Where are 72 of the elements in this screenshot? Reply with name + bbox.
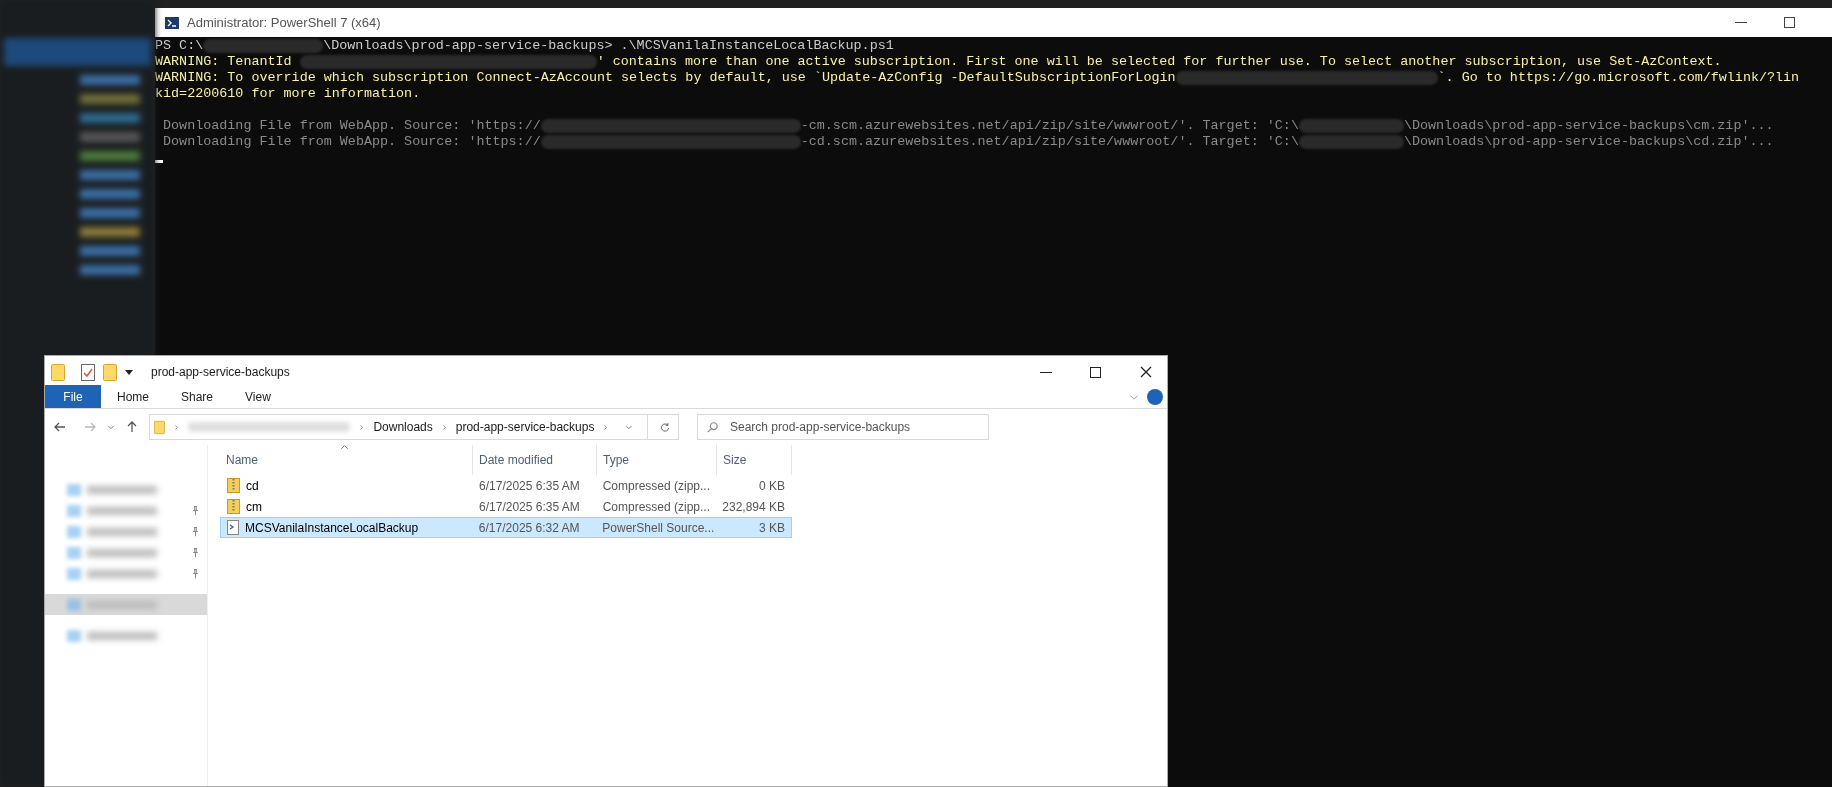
date-modified: 6/17/2025 6:35 AM — [478, 477, 581, 495]
breadcrumb-separator-icon[interactable] — [172, 422, 180, 432]
back-arrow-icon[interactable] — [53, 420, 67, 434]
properties-icon[interactable] — [81, 363, 95, 381]
file-type: Compressed (zipp... — [601, 477, 712, 495]
pin-icon[interactable] — [190, 505, 201, 516]
search-icon[interactable] — [707, 421, 719, 433]
file-row[interactable]: cd 6/17/2025 6:35 AM Compressed (zipp... 0 KB — [220, 475, 792, 496]
new-folder-icon — [103, 363, 117, 381]
terminal-text: \Downloads\prod-app-service-backups\cm.zip'... — [1403, 118, 1774, 134]
pin-icon[interactable] — [190, 547, 201, 558]
ribbon-tab[interactable]: File — [45, 385, 101, 408]
breadcrumb-separator-icon[interactable] — [358, 422, 366, 432]
breadcrumb-item[interactable]: Downloads — [373, 418, 433, 436]
address-bar[interactable]: Downloads prod-app-service-backups — [149, 414, 679, 440]
zip-folder-icon — [227, 499, 240, 514]
terminal-text: ' contains more than one active subscription. First one will be selected for further use. To select another subscription, use Set-AzContext. — [596, 54, 1722, 70]
folder-icon — [51, 363, 65, 381]
caret-icon[interactable] — [125, 369, 133, 375]
file-size: 232,894 KB — [721, 498, 786, 516]
terminal-text: PS C:\ — [155, 38, 204, 54]
maximize-icon[interactable] — [1090, 366, 1101, 378]
forward-arrow-icon[interactable] — [83, 420, 97, 434]
terminal-text: WARNING: TenantId — [155, 54, 293, 70]
maximize-icon[interactable] — [1784, 17, 1795, 28]
window-title: Administrator: PowerShell 7 (x64) — [187, 13, 381, 32]
column-header[interactable]: Name — [220, 445, 473, 475]
file-name: cm — [246, 498, 262, 516]
terminal-text: Downloading File from WebApp. Source: 'https:// — [162, 134, 541, 150]
terminal-text: \Downloads\prod-app-service-backups> .\MCSVanilaInstanceLocalBackup.ps1 — [323, 38, 894, 54]
ribbon-tab[interactable]: Home — [101, 385, 165, 408]
file-row[interactable]: cm 6/17/2025 6:35 AM Compressed (zipp... 232,894 KB — [220, 496, 792, 517]
file-name: MCSVanilaInstanceLocalBackup — [245, 519, 419, 537]
terminal-text: WARNING: To override which subscription Connect-AzAccount selects by default, use `Update-AzConfig -DefaultSubscriptionForLogin — [155, 70, 1176, 86]
ribbon-tab[interactable]: Share — [165, 385, 230, 408]
column-header[interactable]: Type — [597, 445, 717, 475]
terminal-text: -cm.scm.azurewebsites.net/api/zip/site/wwwroot/'. Target: 'C:\ — [800, 118, 1299, 134]
powershell-icon — [165, 16, 179, 29]
search-field[interactable]: Search prod-app-service-backups — [697, 414, 989, 440]
file-type: PowerShell Source... — [601, 519, 716, 537]
terminal-text: \Downloads\prod-app-service-backups\cd.zip'... — [1403, 134, 1774, 150]
close-icon[interactable] — [1139, 365, 1153, 379]
cursor — [155, 160, 163, 163]
date-modified: 6/17/2025 6:32 AM — [477, 519, 581, 537]
column-header[interactable]: Date modified — [473, 445, 597, 475]
file-type: Compressed (zipp... — [601, 498, 712, 516]
window-title: prod-app-service-backups — [151, 364, 290, 381]
folder-icon — [154, 418, 165, 436]
help-icon[interactable] — [1147, 388, 1163, 405]
zip-folder-icon — [227, 478, 240, 493]
column-header[interactable]: Size — [717, 445, 792, 475]
file-name: cd — [246, 477, 259, 495]
file-size: 0 KB — [758, 477, 786, 495]
terminal-text: Downloading File from WebApp. Source: 'https:// — [162, 118, 541, 134]
ribbon-tab[interactable]: View — [229, 385, 287, 408]
date-modified: 6/17/2025 6:35 AM — [478, 498, 581, 516]
chevron-icon[interactable] — [625, 422, 634, 432]
breadcrumb-separator-icon[interactable] — [440, 422, 448, 432]
pin-icon[interactable] — [190, 568, 201, 579]
terminal-text: kid=2200610 for more information. — [155, 86, 421, 102]
pin-icon[interactable] — [190, 526, 201, 537]
minimize-icon[interactable] — [1040, 371, 1052, 373]
up-arrow-icon[interactable] — [125, 420, 139, 434]
chevron-icon[interactable] — [107, 423, 115, 431]
breadcrumb-separator-icon[interactable] — [602, 422, 610, 432]
breadcrumb-item[interactable]: prod-app-service-backups — [455, 418, 595, 436]
script-file-icon — [227, 520, 239, 535]
file-row[interactable]: MCSVanilaInstanceLocalBackup 6/17/2025 6:32 AM PowerShell Source... 3 KB — [220, 517, 792, 538]
refresh-icon[interactable] — [659, 420, 670, 434]
file-size: 3 KB — [758, 519, 786, 537]
terminal-text: `. Go to https://go.microsoft.com/fwlink/?lin — [1437, 70, 1800, 86]
terminal-text: -cd.scm.azurewebsites.net/api/zip/site/wwwroot/'. Target: 'C:\ — [800, 134, 1299, 150]
